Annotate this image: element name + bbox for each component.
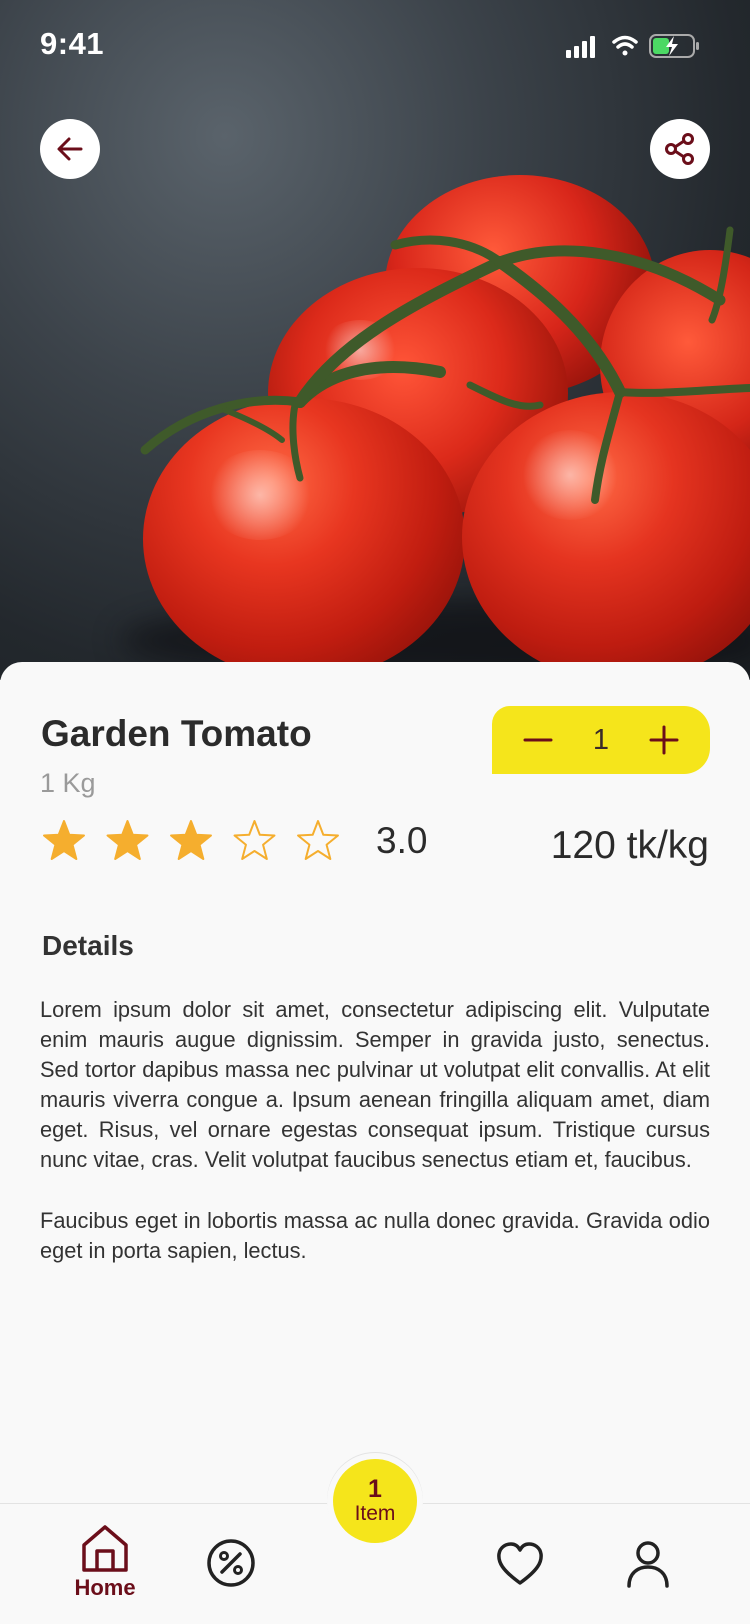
share-button[interactable] (650, 119, 710, 179)
arrow-left-icon (57, 137, 83, 161)
product-unit: 1 Kg (40, 768, 96, 798)
status-time: 9:41 (40, 26, 105, 61)
details-paragraph-2: Faucibus eget in lobortis massa ac nulla… (40, 1208, 710, 1263)
nav-favorites[interactable] (496, 1542, 544, 1586)
nav-offers[interactable] (206, 1538, 256, 1588)
nav-profile[interactable] (625, 1540, 671, 1588)
share-icon (665, 133, 694, 165)
cart-count: 1 (368, 1475, 382, 1503)
status-bar: 9:41 (0, 0, 750, 90)
product-image (0, 0, 750, 680)
wifi-icon (612, 35, 638, 56)
details-paragraph-1: Lorem ipsum dolor sit amet, consectetur … (40, 997, 710, 1172)
star-filled-icon (106, 820, 149, 860)
star-empty-icon (297, 820, 339, 860)
quantity-value: 1 (592, 723, 610, 756)
status-icons (566, 34, 699, 58)
signal-icon (566, 36, 595, 58)
user-icon (627, 1541, 669, 1588)
cart-label: Item (354, 1502, 396, 1525)
details-heading: Details (42, 930, 134, 961)
star-filled-icon (170, 820, 212, 860)
vine-stems (140, 226, 750, 504)
rating-stars (43, 820, 339, 860)
star-empty-icon (233, 820, 276, 860)
quantity-stepper: 1 (492, 706, 710, 774)
rating-value: 3.0 (376, 820, 428, 861)
product-price: 120 tk/kg (550, 824, 709, 867)
heart-icon (497, 1542, 543, 1585)
plus-button[interactable] (648, 724, 680, 756)
nav-home[interactable]: Home (70, 1523, 140, 1601)
product-title: Garden Tomato (41, 713, 312, 754)
battery-icon (649, 34, 699, 58)
home-icon (82, 1525, 128, 1572)
nav-home-label: Home (74, 1575, 136, 1600)
star-filled-icon (43, 820, 85, 860)
minus-button[interactable] (522, 724, 554, 756)
discount-icon (207, 1539, 255, 1587)
cart-button[interactable]: 1 Item (333, 1459, 417, 1543)
back-button[interactable] (40, 119, 100, 179)
